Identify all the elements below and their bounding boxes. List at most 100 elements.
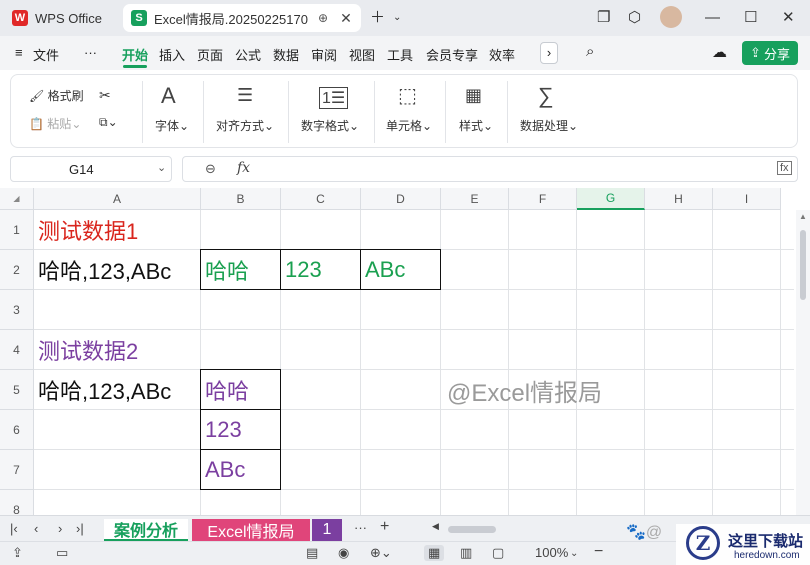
sheet-tab-1[interactable]: 1 — [312, 519, 342, 541]
cut-icon[interactable]: ✂ — [99, 87, 111, 104]
row-header-7[interactable]: 7 — [0, 450, 34, 490]
normal-view-icon[interactable]: ▦ — [424, 545, 445, 561]
sigma-icon[interactable]: ∑ — [538, 83, 554, 109]
eye-icon[interactable]: ◉ — [338, 545, 349, 561]
add-sheet-button[interactable]: + — [380, 518, 389, 536]
paste-button[interactable]: 📋 粘贴⌄ — [29, 115, 81, 132]
column-header-h[interactable]: H — [645, 188, 713, 210]
styles-icon[interactable]: ▦ — [465, 85, 482, 106]
first-sheet-icon[interactable]: |‹ — [10, 521, 18, 536]
share-button[interactable]: ⇪ 分享 — [742, 41, 798, 65]
page-layout-icon[interactable]: ▥ — [460, 545, 472, 561]
cell-a5[interactable]: 哈哈,123,ABc — [34, 370, 171, 410]
menu-view[interactable]: 视图 — [349, 45, 375, 64]
cube-icon[interactable]: ⬡ — [628, 9, 641, 27]
font-button[interactable]: 字体⌄ — [155, 117, 189, 134]
cell-b5[interactable]: 哈哈 — [201, 370, 249, 410]
row-header-3[interactable]: 3 — [0, 290, 34, 330]
cloud-sync-icon[interactable]: ☁ — [712, 43, 727, 61]
menu-efficiency[interactable]: 效率 — [489, 45, 515, 64]
cell-b2[interactable]: 哈哈 — [201, 250, 249, 290]
menu-home[interactable]: 开始 — [122, 45, 148, 64]
cells-button[interactable]: 单元格⌄ — [386, 117, 432, 134]
search-icon[interactable]: ⌕ — [586, 43, 594, 60]
tab-wps-home[interactable]: W WPS Office — [4, 4, 114, 32]
function-icon[interactable]: fx — [237, 160, 250, 176]
menu-tools[interactable]: 工具 — [387, 45, 413, 64]
vertical-scrollbar[interactable]: ▲ — [796, 210, 810, 515]
name-box[interactable]: G14 ⌄ — [10, 156, 172, 182]
font-icon[interactable]: A — [161, 83, 176, 109]
cell-c2[interactable]: 123 — [281, 250, 322, 290]
cell-b6[interactable]: 123 — [201, 410, 242, 450]
sheet-icon[interactable]: ▭ — [56, 545, 68, 561]
menu-member[interactable]: 会员专享 — [426, 45, 478, 64]
scrollbar-thumb[interactable] — [800, 230, 806, 300]
row-header-8[interactable]: 8 — [0, 490, 34, 515]
menu-data[interactable]: 数据 — [273, 45, 299, 64]
expand-formula-icon[interactable]: fx — [777, 161, 792, 175]
column-header-b[interactable]: B — [201, 188, 281, 210]
number-format-icon[interactable]: 1☰ — [319, 87, 349, 109]
new-tab-icon[interactable]: ＋ — [370, 9, 385, 27]
align-icon[interactable]: ☰ — [237, 85, 253, 106]
last-sheet-icon[interactable]: ›| — [76, 521, 84, 536]
column-header-c[interactable]: C — [281, 188, 361, 210]
hamburger-icon[interactable]: ≡ — [15, 45, 23, 60]
cell-a4[interactable]: 测试数据2 — [34, 330, 138, 370]
sheet-tab-case[interactable]: 案例分析 — [104, 519, 188, 541]
column-header-f[interactable]: F — [509, 188, 577, 210]
column-header-g[interactable]: G — [577, 188, 645, 210]
menu-formula[interactable]: 公式 — [235, 45, 261, 64]
menu-file[interactable]: 文件 — [33, 45, 59, 64]
chevron-right-icon[interactable]: › — [540, 42, 558, 64]
position-icon[interactable]: ⊕⌄ — [370, 545, 392, 561]
upload-icon[interactable]: ⊕ — [318, 11, 328, 25]
column-header-i[interactable]: I — [713, 188, 781, 210]
scroll-left-icon[interactable]: ◀ — [432, 521, 439, 532]
column-header-d[interactable]: D — [361, 188, 441, 210]
window-mode-icon[interactable]: ❐ — [597, 9, 610, 27]
spreadsheet-grid[interactable]: ◢ A B C D E F G H I 1 2 3 4 5 6 7 8 测试数据… — [0, 188, 810, 515]
menu-page[interactable]: 页面 — [197, 45, 223, 64]
menu-insert[interactable]: 插入 — [159, 45, 185, 64]
scroll-up-icon[interactable]: ▲ — [799, 212, 807, 221]
row-header-4[interactable]: 4 — [0, 330, 34, 370]
prev-sheet-icon[interactable]: ‹ — [34, 521, 38, 536]
row-header-6[interactable]: 6 — [0, 410, 34, 450]
format-painter-button[interactable]: 🖌 格式刷 — [29, 87, 84, 104]
column-header-a[interactable]: A — [34, 188, 201, 210]
sheet-tab-excel[interactable]: Excel情报局 — [192, 519, 310, 541]
more-icon[interactable]: ··· — [84, 45, 97, 60]
minimize-icon[interactable]: — — [705, 9, 720, 27]
more-sheets-button[interactable]: ··· — [354, 520, 367, 535]
align-button[interactable]: 对齐方式⌄ — [216, 117, 274, 134]
zoom-out-icon[interactable]: − — [594, 543, 603, 561]
maximize-icon[interactable]: ☐ — [744, 9, 757, 27]
avatar[interactable] — [660, 6, 682, 28]
close-window-icon[interactable]: ✕ — [782, 9, 795, 27]
row-header-5[interactable]: 5 — [0, 370, 34, 410]
row-header-2[interactable]: 2 — [0, 250, 34, 290]
page-break-icon[interactable]: ▢ — [492, 545, 504, 561]
select-all-corner[interactable]: ◢ — [0, 188, 34, 210]
macro-icon[interactable]: ⇪ — [12, 545, 23, 561]
tab-list-chevron-icon[interactable]: ⌄ — [393, 9, 401, 27]
cell-d2[interactable]: ABc — [361, 250, 405, 290]
horizontal-scrollbar-thumb[interactable] — [448, 526, 496, 533]
number-format-button[interactable]: 数字格式⌄ — [301, 117, 359, 134]
menu-review[interactable]: 审阅 — [311, 45, 337, 64]
tab-document[interactable]: S Excel情报局.20250225170 ⊕ ✕ — [123, 4, 361, 32]
zoom-dropdown-icon[interactable]: ⌄ — [570, 548, 578, 559]
cell-a2[interactable]: 哈哈,123,ABc — [34, 250, 171, 290]
next-sheet-icon[interactable]: › — [58, 521, 62, 536]
close-tab-icon[interactable]: ✕ — [340, 10, 352, 27]
chevron-down-icon[interactable]: ⌄ — [157, 161, 166, 174]
copy-icon[interactable]: ⧉⌄ — [99, 115, 118, 130]
zoom-level[interactable]: 100% — [535, 545, 568, 560]
row-header-1[interactable]: 1 — [0, 210, 34, 250]
cell-a1[interactable]: 测试数据1 — [34, 210, 138, 250]
formula-bar[interactable]: ⊖ fx fx — [182, 156, 798, 182]
styles-button[interactable]: 样式⌄ — [459, 117, 493, 134]
data-process-button[interactable]: 数据处理⌄ — [520, 117, 578, 134]
